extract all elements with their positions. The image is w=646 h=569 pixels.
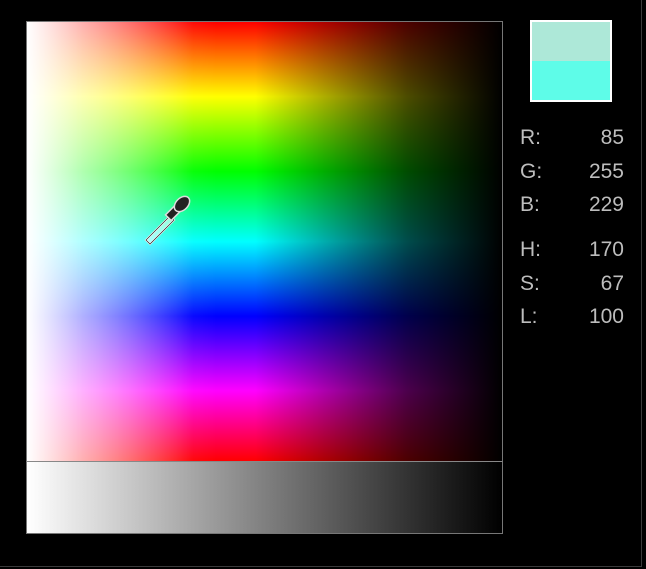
green-label: G: [520,159,543,183]
saturation-row: S: 67 [520,267,624,301]
blue-value: 229 [588,193,624,216]
green-row: G: 255 [520,155,624,189]
red-value: 85 [600,126,624,149]
red-row: R: 85 [520,121,624,155]
green-value: 255 [588,159,624,183]
red-label: R: [520,126,541,149]
color-swatch [530,20,612,102]
eyedropper-cursor-icon [144,195,191,246]
blue-label: B: [520,193,540,216]
hsl-values: H: 170 S: 67 L: 100 [520,233,624,334]
lightness-label: L: [520,305,538,328]
lightness-row: L: 100 [520,300,624,334]
current-color-swatch [532,61,610,100]
blue-row: B: 229 [520,188,624,222]
saturation-value: 67 [600,271,624,295]
previous-color-swatch [532,22,610,61]
grayscale-bar[interactable] [26,461,503,534]
color-spectrum-field[interactable] [26,21,503,462]
lightness-value: 100 [588,305,624,328]
hue-value: 170 [588,238,624,261]
hue-label: H: [520,238,541,261]
saturation-label: S: [520,271,540,295]
hue-row: H: 170 [520,233,624,267]
rgb-values: R: 85 G: 255 B: 229 [520,121,624,222]
